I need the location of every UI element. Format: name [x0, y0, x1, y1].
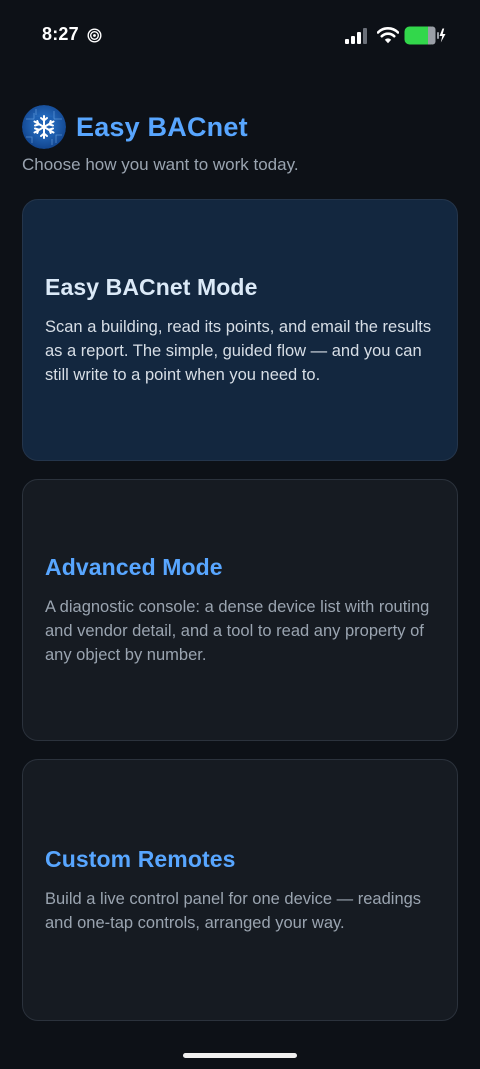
cellular-signal-icon — [345, 28, 367, 44]
app-header: Easy BACnet — [22, 105, 248, 149]
snowflake-icon — [22, 105, 66, 149]
card-title: Custom Remotes — [45, 845, 236, 872]
mode-card-easy-bacnet[interactable]: Easy BACnet Mode Scan a building, read i… — [22, 199, 458, 461]
card-description: Build a live control panel for one devic… — [45, 889, 422, 932]
card-title: Easy BACnet Mode — [45, 273, 258, 300]
status-time: 8:27 — [42, 24, 79, 44]
mode-card-custom-remotes[interactable]: Custom Remotes Build a live control pane… — [22, 759, 458, 1021]
focus-icon — [87, 28, 102, 43]
mode-card-advanced[interactable]: Advanced Mode A diagnostic console: a de… — [22, 479, 458, 741]
home-indicator[interactable] — [183, 1053, 297, 1058]
card-title: Advanced Mode — [45, 553, 223, 580]
card-description: A diagnostic console: a dense device lis… — [45, 597, 430, 664]
app-title: Easy BACnet — [76, 111, 248, 142]
app-subtitle: Choose how you want to work today. — [22, 155, 299, 174]
status-bar: 8:27 — [0, 0, 480, 70]
card-description: Scan a building, read its points, and em… — [45, 317, 432, 384]
battery-charging-icon — [404, 26, 446, 45]
wifi-icon — [377, 27, 399, 44]
